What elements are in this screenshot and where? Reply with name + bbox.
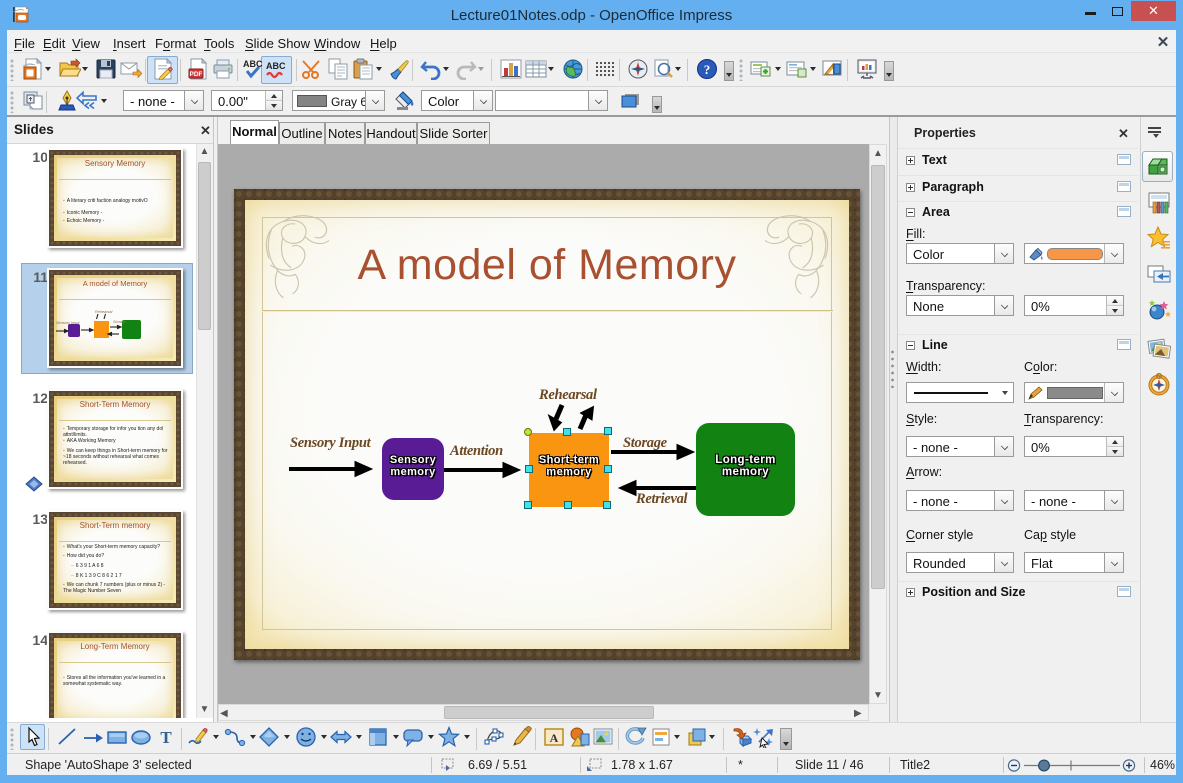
svg-text:?: ? [704, 62, 711, 77]
svg-text:A: A [550, 731, 559, 745]
svg-text:ABC: ABC [266, 61, 286, 71]
svg-text:T: T [160, 728, 172, 747]
svg-text:Rehearsal: Rehearsal [95, 310, 112, 314]
svg-text:PDF: PDF [190, 71, 203, 78]
svg-text:Sensory Input: Sensory Input [56, 321, 80, 325]
svg-text:ABC: ABC [243, 59, 263, 69]
svg-text:N: N [1157, 374, 1160, 379]
svg-text:Storage: Storage [113, 320, 126, 324]
